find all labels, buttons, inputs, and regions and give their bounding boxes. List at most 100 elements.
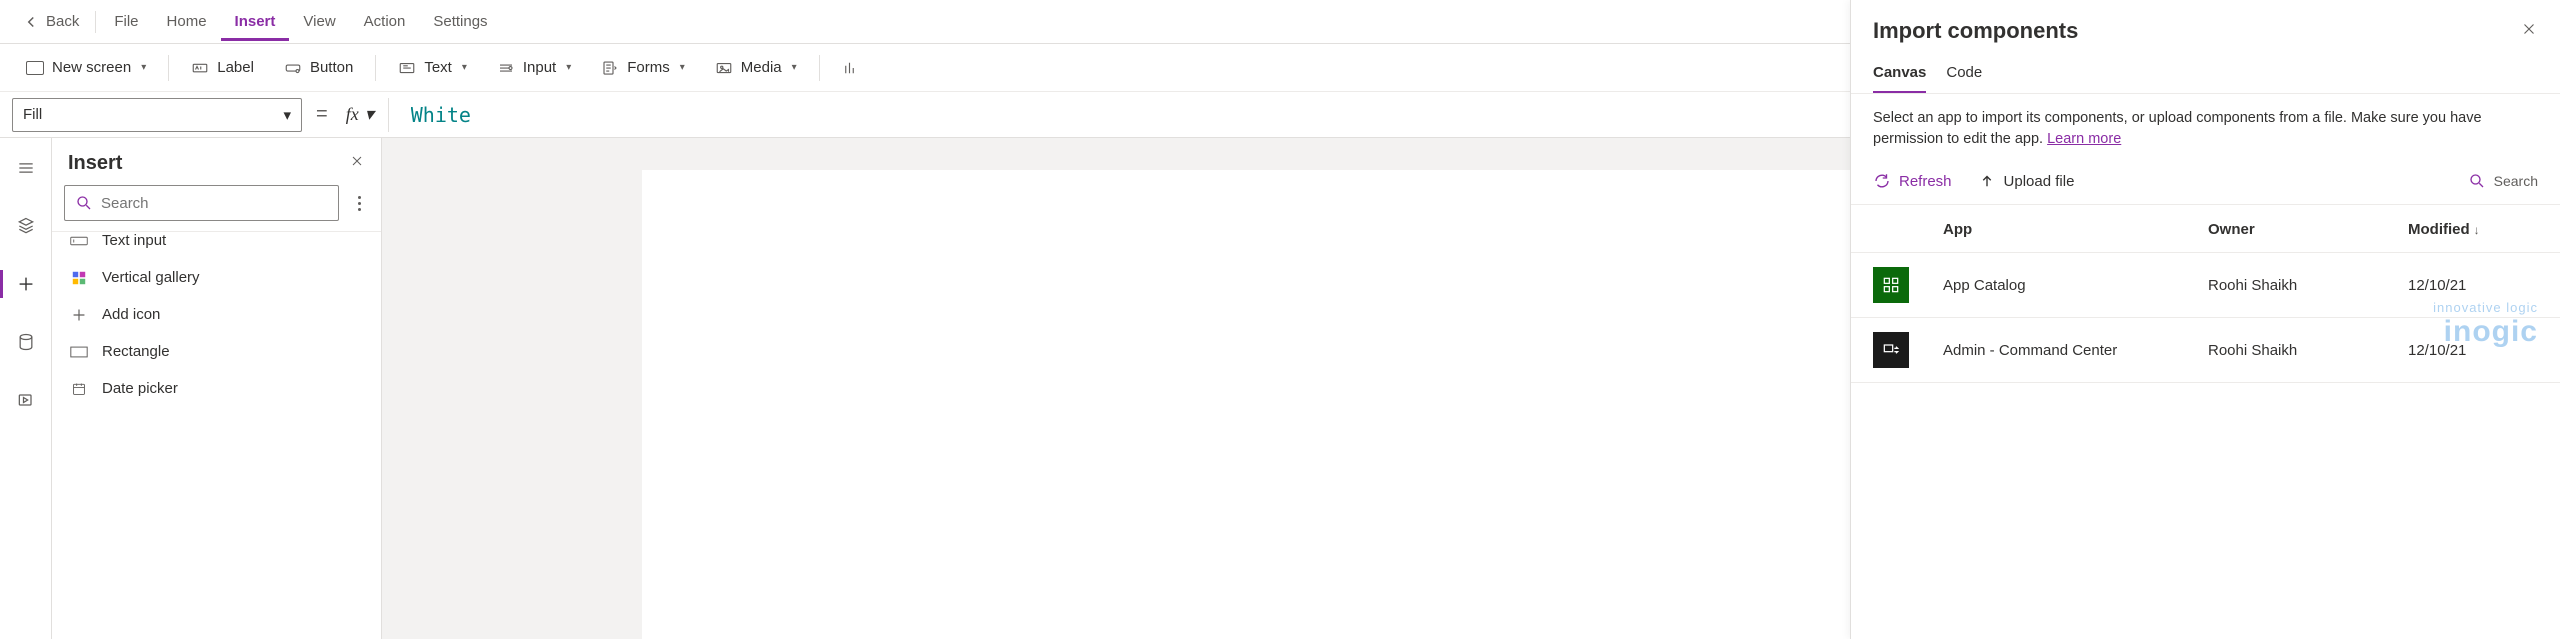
table-header: App Owner Modified ↓ xyxy=(1851,205,2560,253)
component-label: Add icon xyxy=(102,306,160,323)
separator xyxy=(95,11,96,33)
chevron-down-icon: ▾ xyxy=(365,104,374,125)
property-name: Fill xyxy=(23,106,42,123)
ribbon-input[interactable]: Input ▾ xyxy=(483,53,585,83)
input-icon xyxy=(497,59,515,77)
text-icon xyxy=(398,59,416,77)
ribbon-label[interactable]: Label xyxy=(177,53,268,83)
table-row[interactable]: App Catalog Roohi Shaikh 12/10/21 xyxy=(1851,253,2560,318)
rail-hamburger[interactable] xyxy=(6,148,46,188)
upload-label: Upload file xyxy=(2004,173,2075,190)
search-icon xyxy=(75,194,93,212)
component-label: Rectangle xyxy=(102,343,170,360)
component-rectangle[interactable]: Rectangle xyxy=(52,333,381,370)
chevron-down-icon: ▾ xyxy=(462,62,467,73)
component-label: Vertical gallery xyxy=(102,269,200,286)
component-add-icon[interactable]: Add icon xyxy=(52,296,381,333)
forms-icon xyxy=(601,59,619,77)
component-text-input[interactable]: Text input xyxy=(52,232,381,259)
plus-icon xyxy=(70,308,88,322)
ribbon-button[interactable]: Button xyxy=(270,53,367,83)
component-date-picker[interactable]: Date picker xyxy=(52,370,381,407)
text-input-icon xyxy=(70,234,88,248)
chevron-down-icon: ▾ xyxy=(792,62,797,73)
app-tile-icon xyxy=(1873,332,1909,368)
ribbon-label-text: Label xyxy=(217,59,254,76)
rail-data[interactable] xyxy=(6,322,46,362)
ribbon-input-label: Input xyxy=(523,59,556,76)
property-selector[interactable]: Fill ▾ xyxy=(12,98,302,132)
fx-button[interactable]: fx ▾ xyxy=(342,98,389,132)
apps-table: App Owner Modified ↓ App Catalog Roohi Sh… xyxy=(1851,205,2560,383)
ribbon-media-label: Media xyxy=(741,59,782,76)
menu-action[interactable]: Action xyxy=(350,3,420,41)
app-modified: 12/10/21 xyxy=(2408,342,2538,359)
rail-insert[interactable] xyxy=(6,264,46,304)
col-owner[interactable]: Owner xyxy=(2208,221,2408,238)
table-row[interactable]: Admin - Command Center Roohi Shaikh 12/1… xyxy=(1851,318,2560,383)
insert-more-menu[interactable] xyxy=(349,196,369,211)
screen-icon xyxy=(26,61,44,75)
ribbon-forms-label: Forms xyxy=(627,59,670,76)
tab-code[interactable]: Code xyxy=(1946,56,1982,93)
flyout-search[interactable]: Search xyxy=(2468,172,2538,190)
ribbon-media[interactable]: Media ▾ xyxy=(701,53,811,83)
chevron-down-icon: ▾ xyxy=(141,62,146,73)
media-icon xyxy=(715,59,733,77)
flyout-desc-text: Select an app to import its components, … xyxy=(1873,110,2482,147)
menu-settings[interactable]: Settings xyxy=(419,3,501,41)
sort-desc-icon: ↓ xyxy=(2474,223,2480,237)
insert-panel-close[interactable] xyxy=(349,153,365,174)
insert-search-input[interactable] xyxy=(101,195,328,212)
refresh-button[interactable]: Refresh xyxy=(1873,172,1952,190)
menu-file[interactable]: File xyxy=(100,3,152,41)
hamburger-icon xyxy=(16,158,36,178)
flyout-title: Import components xyxy=(1873,18,2078,44)
menu-insert[interactable]: Insert xyxy=(221,3,290,41)
learn-more-link[interactable]: Learn more xyxy=(2047,131,2121,147)
col-modified[interactable]: Modified ↓ xyxy=(2408,221,2538,238)
menu-view[interactable]: View xyxy=(289,3,349,41)
back-button[interactable]: Back xyxy=(10,13,91,31)
arrow-left-icon xyxy=(22,13,40,31)
col-modified-label: Modified xyxy=(2408,221,2470,238)
tab-canvas[interactable]: Canvas xyxy=(1873,56,1926,93)
database-icon xyxy=(16,332,36,352)
refresh-icon xyxy=(1873,172,1891,190)
new-screen-label: New screen xyxy=(52,59,131,76)
left-rail xyxy=(0,138,52,639)
component-list: Text input Vertical gallery Add icon Rec… xyxy=(52,231,381,407)
refresh-label: Refresh xyxy=(1899,173,1952,190)
chevron-down-icon: ▾ xyxy=(680,62,685,73)
ribbon-text[interactable]: Text ▾ xyxy=(384,53,481,83)
app-owner: Roohi Shaikh xyxy=(2208,342,2408,359)
insert-panel: Insert Text input Vertical gallery xyxy=(52,138,382,639)
app-modified: 12/10/21 xyxy=(2408,277,2538,294)
app-name: Admin - Command Center xyxy=(1943,342,2208,359)
calendar-icon xyxy=(70,382,88,396)
rectangle-icon xyxy=(70,345,88,359)
app-tile-icon xyxy=(1873,267,1909,303)
close-icon xyxy=(2520,20,2538,38)
ribbon-forms[interactable]: Forms ▾ xyxy=(587,53,699,83)
gallery-icon xyxy=(70,271,88,285)
separator xyxy=(819,55,820,81)
layers-icon xyxy=(16,216,36,236)
insert-search-box[interactable] xyxy=(64,185,339,221)
plus-icon xyxy=(15,273,37,295)
search-icon xyxy=(2468,172,2486,190)
component-label: Date picker xyxy=(102,380,178,397)
ribbon-chart[interactable] xyxy=(828,53,874,83)
rail-layers[interactable] xyxy=(6,206,46,246)
col-app[interactable]: App xyxy=(1943,221,2208,238)
upload-file-button[interactable]: Upload file xyxy=(1978,172,2075,190)
button-icon xyxy=(284,59,302,77)
ribbon-new-screen[interactable]: New screen ▾ xyxy=(12,53,160,82)
component-vertical-gallery[interactable]: Vertical gallery xyxy=(52,259,381,296)
menu-home[interactable]: Home xyxy=(153,3,221,41)
ribbon-text-label: Text xyxy=(424,59,452,76)
flyout-close[interactable] xyxy=(2520,20,2538,43)
separator xyxy=(168,55,169,81)
separator xyxy=(375,55,376,81)
rail-media[interactable] xyxy=(6,380,46,420)
